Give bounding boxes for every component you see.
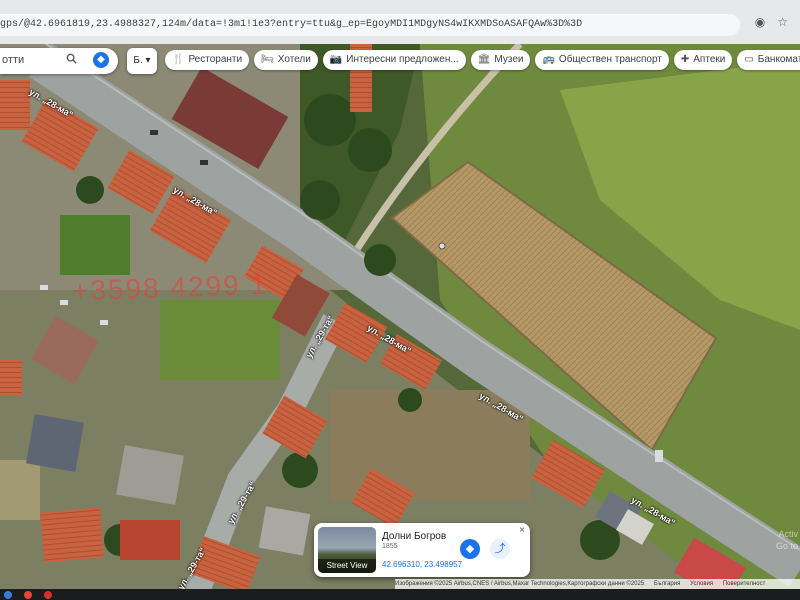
chip-restaurants[interactable]: 🍴 Ресторанти [165,50,250,70]
attribution-link-terms[interactable]: Условия [690,581,713,587]
chip-label: Интересни предложен... [346,54,459,65]
chip-attractions[interactable]: 📷 Интересни предложен... [322,50,466,70]
search-input[interactable]: отти [2,54,24,66]
place-info-card[interactable]: Street View Долни Богров 1855 42.696310,… [314,523,530,577]
restaurant-icon: 🍴 [172,54,185,65]
close-icon[interactable]: × [519,525,525,536]
layers-button[interactable]: Б. ▾ [127,48,157,74]
chip-label: Музеи [494,54,524,65]
taskbar-app-icon[interactable] [44,591,52,599]
place-coordinates[interactable]: 42.696310, 23.498957 [382,560,462,569]
bus-icon: 🚌 [542,54,555,65]
chip-label: Обществен транспорт [558,54,662,65]
taskbar-app-icon[interactable] [4,591,12,599]
activate-windows-watermark: Activ Go to [775,529,798,551]
category-chips: 🍴 Ресторанти 🛏 Хотели 📷 Интересни предложен… [165,50,800,70]
camera-icon: 📷 [329,54,343,65]
lawn-1 [60,215,130,275]
museum-icon: 🏛 [477,54,491,65]
yard-1 [0,460,40,520]
hotel-icon: 🛏 [261,54,274,65]
directions-button[interactable]: ◆ [460,539,480,559]
phone-watermark: +3598 4299 1 [71,268,269,307]
street-view-label: Street View [318,559,376,573]
chip-label: Аптеки [693,54,726,65]
directions-icon[interactable]: ◆ [93,52,109,68]
url-field[interactable]: gps/@42.6961819,23.4988327,124m/data=!3m… [0,14,740,36]
place-name: Долни Богров [382,531,447,542]
chip-label: Ресторанти [188,54,243,65]
share-button[interactable]: ⤴ [490,539,510,559]
chip-museums[interactable]: 🏛 Музеи [470,50,531,70]
star-icon[interactable]: ☆ [777,15,788,29]
street-view-thumbnail[interactable]: Street View [318,527,376,573]
map-attribution: Изображения ©2025 Airbus,CNES / Airbus,M… [395,579,800,589]
chip-transit[interactable]: 🚌 Обществен транспорт [535,50,669,70]
chip-label: Хотели [277,54,311,65]
imagery-credit: Изображения ©2025 Airbus,CNES / Airbus,M… [395,581,645,587]
chip-hotels[interactable]: 🛏 Хотели [254,50,318,70]
atm-icon: ▭ [744,54,754,65]
chip-label: Банкомати [757,54,800,65]
search-box[interactable]: отти ◆ [0,48,118,74]
taskbar [0,589,800,600]
search-icon[interactable] [66,53,77,64]
attribution-link-privacy[interactable]: Поверителност [723,581,766,587]
chip-atms[interactable]: ▭Банкомати [737,50,800,70]
map-pin-dot [438,242,446,250]
location-icon[interactable]: ◉ [755,15,765,29]
browser-address-bar: gps/@42.6961819,23.4988327,124m/data=!3m… [0,0,800,45]
chrome-icon[interactable] [24,591,32,599]
attribution-link-country[interactable]: България [654,581,681,587]
pharmacy-icon: ✚ [680,54,690,65]
lawn-2 [160,300,280,380]
place-subtitle: 1855 [382,543,398,550]
satellite-map[interactable] [0,44,800,596]
chip-pharmacies[interactable]: ✚ Аптеки [673,50,733,70]
layers-label: Б. [133,55,143,66]
